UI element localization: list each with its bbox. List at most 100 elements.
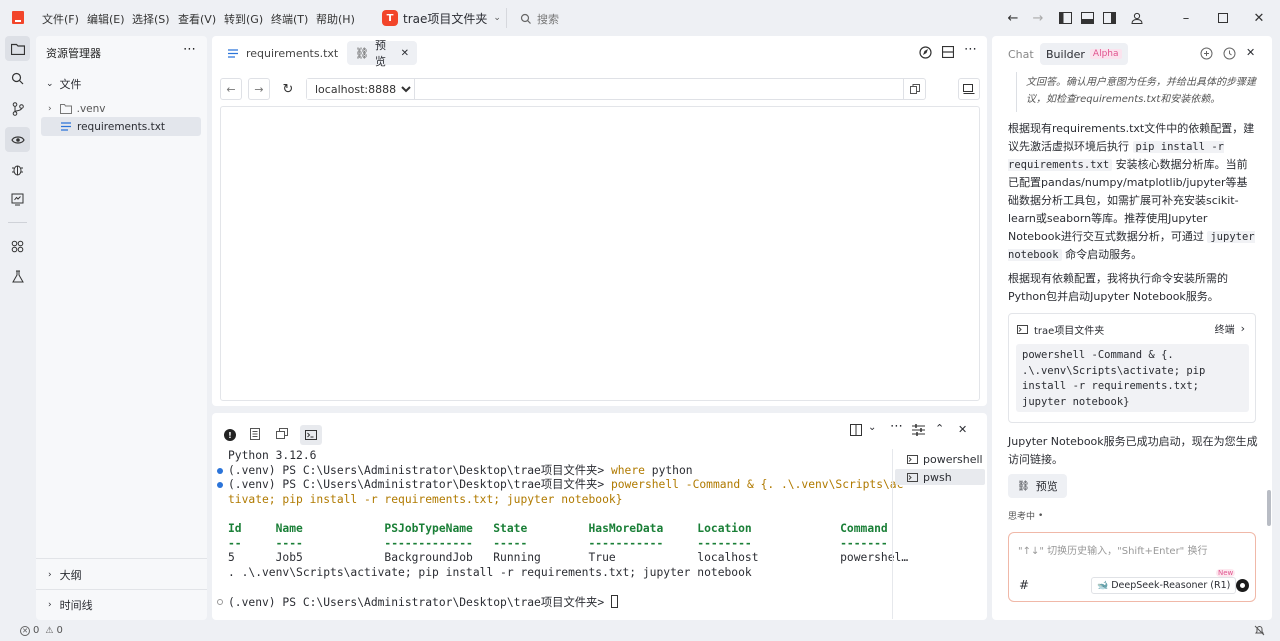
terminal-line: . .\.venv\Scripts\activate; pip install … xyxy=(228,565,752,579)
tree-item-venv[interactable]: › .venv xyxy=(48,100,198,118)
open-terminal-link[interactable]: 终端 › xyxy=(1215,321,1245,336)
source-control-icon[interactable] xyxy=(5,96,30,121)
menu-help[interactable]: 帮助(H) xyxy=(316,11,355,27)
maximize-icon[interactable] xyxy=(1214,9,1232,27)
close-panel-icon[interactable]: ✕ xyxy=(958,423,967,436)
chat-input[interactable]: "↑↓" 切换历史输入，"Shift+Enter" 换行 # 🐋 DeepSee… xyxy=(1008,532,1256,602)
explorer-icon[interactable] xyxy=(5,36,30,61)
thinking-label: 思考中 xyxy=(1008,512,1036,522)
command-card: trae项目文件夹 终端 › powershell -Command & {. … xyxy=(1008,313,1256,423)
panel-tabs: ! xyxy=(224,425,322,445)
more-icon[interactable]: ⋯ xyxy=(890,419,903,434)
toggle-sidebar-icon[interactable] xyxy=(1056,9,1074,27)
testing-icon[interactable] xyxy=(5,264,30,289)
terminal-settings-icon[interactable] xyxy=(912,424,925,439)
compass-icon[interactable] xyxy=(919,46,932,62)
chevron-down-icon[interactable]: ⌄ xyxy=(868,422,876,433)
extensions-icon[interactable] xyxy=(5,234,30,259)
project-badge: T xyxy=(382,10,398,26)
error-icon: ✕ xyxy=(20,625,30,636)
timeline-section[interactable]: › 时间线 xyxy=(48,597,93,613)
toggle-panel-icon[interactable] xyxy=(1078,9,1096,27)
close-window-icon[interactable]: ✕ xyxy=(1250,9,1268,27)
files-section-header[interactable]: ⌄ 文件 xyxy=(46,76,82,92)
chevron-right-icon: › xyxy=(48,104,52,114)
tab-chat[interactable]: Chat xyxy=(1008,48,1034,61)
warning-icon: ⚠ xyxy=(45,625,54,636)
maximize-panel-icon[interactable]: ⌃ xyxy=(935,422,944,435)
menu-goto[interactable]: 转到(G) xyxy=(224,11,263,27)
open-external-icon[interactable] xyxy=(958,78,980,100)
reload-icon[interactable]: ↻ xyxy=(277,78,299,100)
open-terminal-label: 终端 xyxy=(1214,325,1235,336)
menu-edit[interactable]: 编辑(E) xyxy=(87,11,125,27)
tab-label: requirements.txt xyxy=(246,46,339,60)
remote-icon[interactable] xyxy=(5,187,30,212)
tab-builder[interactable]: Builder Alpha xyxy=(1040,43,1128,65)
tab-label: 预览 xyxy=(374,39,386,68)
forward-arrow-icon[interactable]: → xyxy=(1029,9,1047,27)
search-placeholder: 搜索 xyxy=(537,13,559,26)
terminal-output[interactable]: Python 3.12.6 (.venv) PS C:\Users\Admini… xyxy=(217,449,908,610)
menu-view[interactable]: 查看(V) xyxy=(178,11,216,27)
debug-icon[interactable] xyxy=(5,157,30,182)
chat-scrollbar[interactable] xyxy=(1267,490,1271,526)
new-chat-icon[interactable] xyxy=(1200,47,1213,63)
error-count: 0 xyxy=(33,625,40,636)
terminal-panel: ! ⌄ ⋯ ⌃ ✕ Python 3.12.6 (.venv) PS C:\Us… xyxy=(212,413,987,620)
text: 命令启动服务。 xyxy=(1065,248,1143,261)
input-placeholder: "↑↓" 切换历史输入，"Shift+Enter" 换行 xyxy=(1018,546,1208,557)
project-switcher[interactable]: T trae项目文件夹 ⌄ xyxy=(382,8,501,28)
stop-button[interactable] xyxy=(1236,579,1249,592)
terminal-line: Id Name PSJobTypeName State HasMoreData … xyxy=(228,521,888,535)
cursor xyxy=(610,594,618,608)
terminal-session-powershell[interactable]: powershell xyxy=(895,451,985,467)
chevron-down-icon: ⌄ xyxy=(493,13,501,23)
outline-section[interactable]: › 大纲 xyxy=(48,567,82,583)
tab-preview[interactable]: ⛓ 预览 ✕ xyxy=(347,39,417,68)
tree-item-requirements[interactable]: requirements.txt xyxy=(41,117,201,136)
more-icon[interactable]: ⋯ xyxy=(183,42,196,57)
chevron-down-icon: ⌄ xyxy=(46,79,54,89)
account-icon[interactable] xyxy=(1128,9,1146,27)
search-icon xyxy=(520,13,531,24)
url-select[interactable]: localhost:8888 xyxy=(307,79,415,99)
context-hash-button[interactable]: # xyxy=(1019,578,1029,592)
back-arrow-icon[interactable]: ← xyxy=(1004,9,1022,27)
output-icon[interactable] xyxy=(250,427,260,443)
divider xyxy=(36,558,207,559)
minimize-icon[interactable]: – xyxy=(1177,9,1195,27)
menu-selection[interactable]: 选择(S) xyxy=(132,11,170,27)
problems-status[interactable]: ✕ 0 ⚠ 0 xyxy=(20,625,63,636)
status-dot xyxy=(217,598,223,605)
tab-requirements[interactable]: requirements.txt xyxy=(220,41,346,65)
more-icon[interactable]: ⋯ xyxy=(964,42,977,57)
session-label: powershell xyxy=(923,452,983,466)
address-bar[interactable]: localhost:8888 xyxy=(306,78,926,100)
notifications-muted-icon[interactable] xyxy=(1254,625,1265,639)
close-icon[interactable]: ✕ xyxy=(401,48,409,59)
close-chat-icon[interactable]: ✕ xyxy=(1246,46,1255,59)
browser-forward-icon[interactable]: → xyxy=(248,78,270,100)
terminal-session-pwsh[interactable]: pwsh xyxy=(895,469,985,485)
preview-icon[interactable] xyxy=(5,127,30,152)
toggle-secondary-sidebar-icon[interactable] xyxy=(1100,9,1118,27)
browser-back-icon[interactable]: ← xyxy=(220,78,242,100)
preview-viewport[interactable] xyxy=(220,106,980,401)
terminal-icon[interactable] xyxy=(300,425,322,445)
preview-button[interactable]: ⛓ 预览 xyxy=(1008,474,1067,498)
history-icon[interactable] xyxy=(1223,47,1236,63)
search-icon[interactable] xyxy=(5,66,30,91)
search-box[interactable]: 搜索 xyxy=(520,11,559,27)
split-editor-icon[interactable] xyxy=(941,45,955,61)
menu-terminal[interactable]: 终端(T) xyxy=(271,11,308,27)
split-terminal-icon[interactable] xyxy=(850,424,862,439)
menu-file[interactable]: 文件(F) xyxy=(42,11,79,27)
copy-icon[interactable] xyxy=(903,79,925,99)
project-name: trae项目文件夹 xyxy=(403,11,488,26)
debug-console-icon[interactable] xyxy=(276,428,288,442)
chevron-right-icon: › xyxy=(1240,322,1245,335)
problems-icon[interactable]: ! xyxy=(224,429,236,441)
model-selector[interactable]: 🐋 DeepSeek-Reasoner (R1) xyxy=(1091,577,1237,594)
